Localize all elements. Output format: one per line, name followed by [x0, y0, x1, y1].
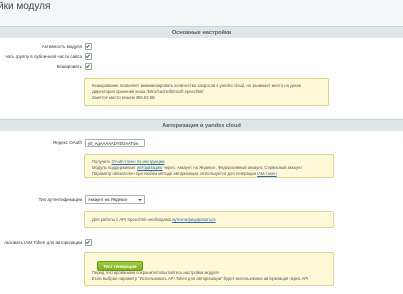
oauth-instruction-link[interactable]: OAuth-токен по инструкции [112, 159, 165, 164]
oauth-note-text: Параметр обязателен при любом методе авт… [92, 170, 258, 176]
oauth-note-text: через: Аккаунт на Яндексе, Федеративный … [162, 164, 303, 170]
oauth-note-text: Получить [92, 159, 112, 164]
auth-type-value: Аккаунт на Яндексе [88, 197, 128, 202]
auth-methods-link[interactable]: авторизацию [137, 165, 162, 170]
test-note-line: Если выбран параметр "Использовать API T… [92, 275, 309, 281]
iam-token-checkbox[interactable] [85, 239, 92, 246]
oauth-token-input[interactable]: y0_AgAAAAADYbOAATuw [85, 139, 145, 147]
public-group-checkbox[interactable] [85, 53, 92, 60]
chevron-down-icon [138, 199, 142, 201]
oauth-note-text: Модуль поддерживает [92, 164, 137, 170]
iam-token-link[interactable]: IAM-токен [257, 171, 277, 176]
test-note: Тест генерации Перед тестированием сохра… [84, 252, 334, 286]
oauth-note: Получить OAuth-токен по инструкции Модул… [84, 154, 334, 178]
cache-note-line: Занятое место кешем 366.63 КБ [92, 94, 155, 100]
module-active-checkbox[interactable] [85, 43, 92, 50]
auth-type-select[interactable]: Аккаунт на Яндексе [85, 195, 145, 204]
cache-note-line: Кеширование позволяет минимизировать кол… [92, 83, 302, 88]
authenticate-link[interactable]: аутентифицироваться [172, 217, 215, 222]
public-group-label: чать группу в публичной части сайта [5, 54, 82, 59]
auth-type-label: Тип аутентификации [38, 197, 82, 202]
oauth-label: Яндекс OAuth [52, 140, 82, 145]
page-title: йки модуля [0, 1, 51, 12]
cache-note: Кеширование позволяет минимизировать кол… [84, 78, 329, 106]
auth-type-note: Для работы с API SpeechKit необходимо ау… [84, 211, 334, 228]
iam-token-label: льзовать IAM Token для авторизации [4, 240, 82, 245]
test-generation-button[interactable]: Тест генерации [97, 261, 143, 271]
module-active-label: Активность модуля [41, 44, 82, 49]
cache-checkbox[interactable] [85, 63, 92, 70]
cache-label: Кешировать [56, 64, 82, 69]
auth-type-note-text: Для работы с API SpeechKit необходимо [92, 217, 173, 222]
